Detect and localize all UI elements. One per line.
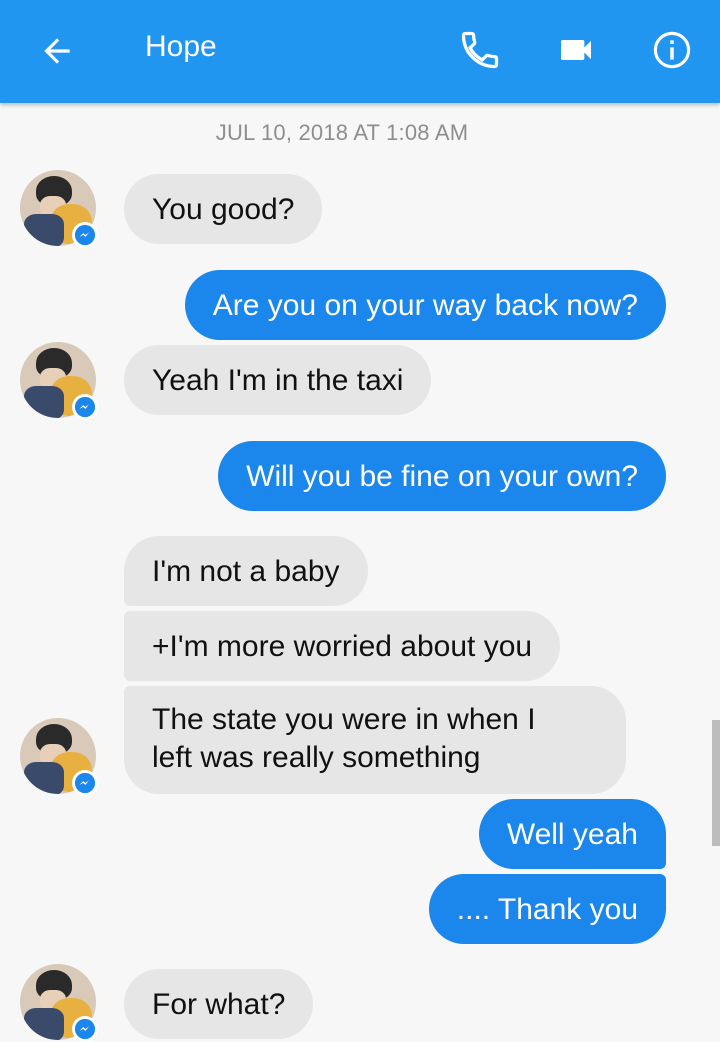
- incoming-message[interactable]: For what?: [124, 969, 314, 1039]
- scrollbar[interactable]: [712, 720, 720, 846]
- phone-icon[interactable]: [456, 26, 504, 74]
- contact-avatar[interactable]: [20, 170, 98, 248]
- messenger-badge-icon: [72, 394, 98, 420]
- message-line: The state you were in when I: [152, 703, 536, 736]
- video-camera-icon[interactable]: [552, 26, 600, 74]
- incoming-message[interactable]: I'm not a baby: [124, 536, 368, 606]
- contact-avatar[interactable]: [20, 718, 98, 796]
- incoming-message[interactable]: Yeah I'm in the taxi: [124, 345, 432, 415]
- outgoing-message[interactable]: .... Thank you: [428, 874, 666, 944]
- messenger-badge-icon: [72, 1016, 98, 1042]
- contact-name[interactable]: Hope: [145, 30, 217, 64]
- outgoing-message[interactable]: Well yeah: [478, 799, 666, 869]
- info-icon[interactable]: [648, 26, 696, 74]
- outgoing-message[interactable]: Are you on your way back now?: [184, 270, 666, 340]
- contact-avatar[interactable]: [20, 964, 98, 1042]
- contact-avatar[interactable]: [20, 342, 98, 420]
- conversation-timestamp: JUL 10, 2018 AT 1:08 AM: [215, 120, 469, 145]
- arrow-left-icon[interactable]: [34, 28, 80, 74]
- incoming-message[interactable]: You good?: [124, 174, 323, 244]
- messenger-badge-icon: [72, 222, 98, 248]
- message-line: left was really something: [152, 741, 481, 774]
- messenger-badge-icon: [72, 770, 98, 796]
- outgoing-message[interactable]: Will you be fine on your own?: [218, 441, 666, 511]
- incoming-message[interactable]: The state you were in when I left was re…: [124, 686, 626, 794]
- chat-header: Hope: [0, 0, 720, 103]
- incoming-message[interactable]: +I'm more worried about you: [124, 611, 561, 681]
